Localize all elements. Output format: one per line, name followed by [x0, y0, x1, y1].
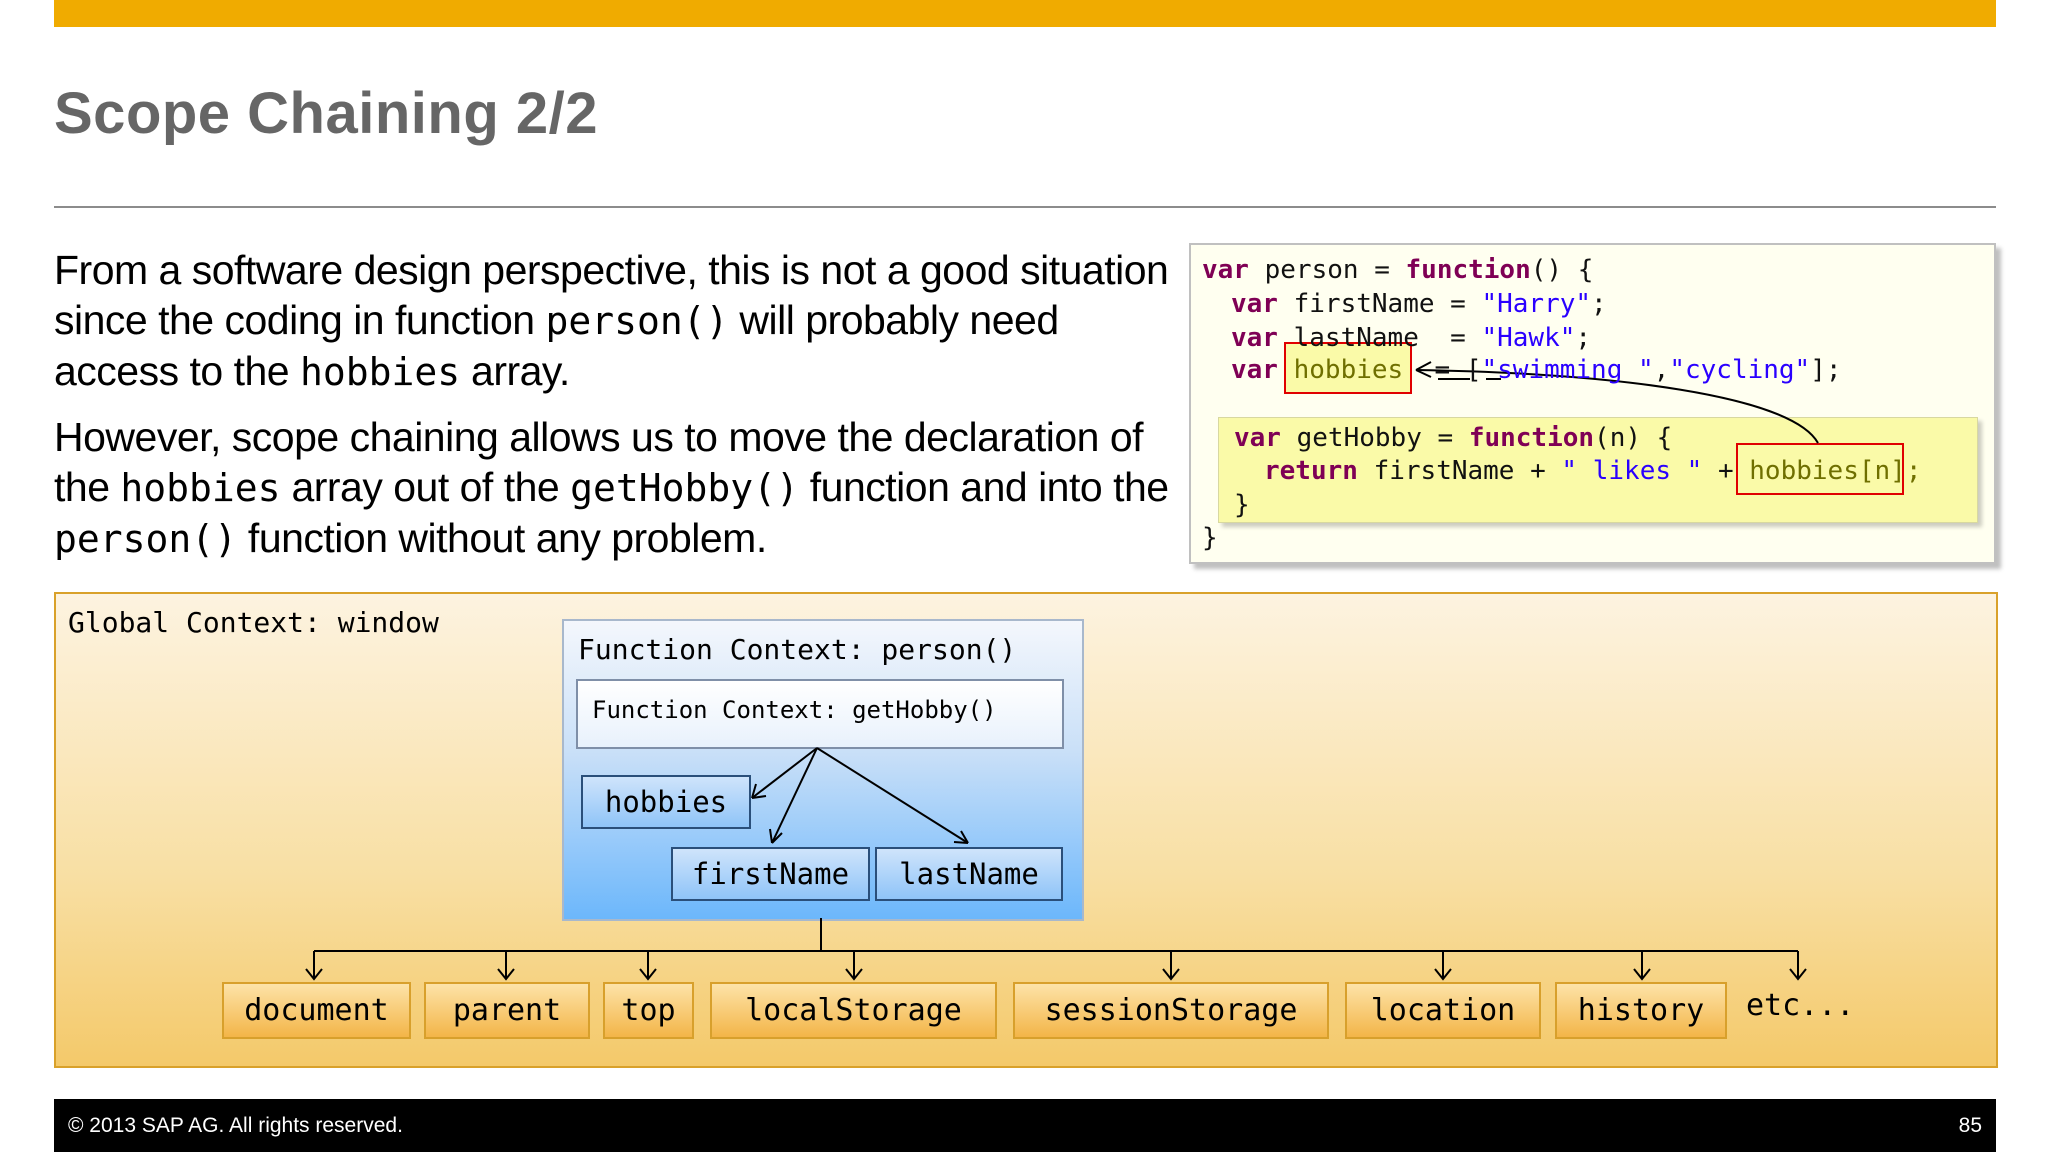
top-accent-bar: [54, 0, 1996, 27]
copyright-text: © 2013 SAP AG. All rights reserved.: [68, 1114, 403, 1137]
code-line-6: return firstName + " likes " + hobbies[n…: [1264, 456, 1922, 486]
slide-title: Scope Chaining 2/2: [54, 81, 598, 146]
window-object-document: document: [222, 982, 411, 1039]
body-text: From a software design perspective, this…: [54, 245, 1189, 579]
title-divider: [54, 206, 1996, 208]
window-object-top: top: [603, 982, 694, 1039]
var-hobbies: hobbies: [581, 775, 751, 829]
code-line-3: var lastName = "Hawk";: [1231, 323, 1592, 353]
paragraph-1: From a software design perspective, this…: [54, 247, 1169, 394]
inline-code: hobbies: [120, 466, 281, 510]
paragraph-2: However, scope chaining allows us to mov…: [54, 414, 1169, 561]
code-line-4: var hobbies = ["swimming ","cycling"];: [1231, 355, 1842, 385]
footer: © 2013 SAP AG. All rights reserved. 85: [54, 1099, 1996, 1152]
code-line-1: var person = function() {: [1202, 255, 1594, 285]
code-line-7: }: [1234, 490, 1250, 520]
person-function-context-label: Function Context: person(): [578, 633, 1017, 666]
inline-code: person(): [54, 517, 238, 561]
window-object-history: history: [1555, 982, 1727, 1039]
global-context-label: Global Context: window: [68, 606, 439, 639]
window-object-location: location: [1345, 982, 1541, 1039]
code-line-5: var getHobby = function(n) {: [1234, 423, 1673, 453]
window-object-sessionstorage: sessionStorage: [1013, 982, 1329, 1039]
window-object-parent: parent: [424, 982, 590, 1039]
gethobby-function-context-label: Function Context: getHobby(): [592, 696, 997, 724]
code-panel: var person = function() { var firstName …: [1189, 243, 1996, 564]
inline-code: hobbies: [299, 350, 461, 394]
page-number: 85: [1958, 1114, 1982, 1137]
etc-label: etc...: [1746, 988, 1855, 1023]
inline-code: person(): [545, 299, 729, 343]
code-line-2: var firstName = "Harry";: [1231, 289, 1607, 319]
inline-code: getHobby(): [570, 466, 799, 510]
var-firstname: firstName: [671, 847, 870, 901]
code-line-8: }: [1202, 523, 1218, 553]
var-lastname: lastName: [875, 847, 1063, 901]
window-object-localstorage: localStorage: [710, 982, 997, 1039]
